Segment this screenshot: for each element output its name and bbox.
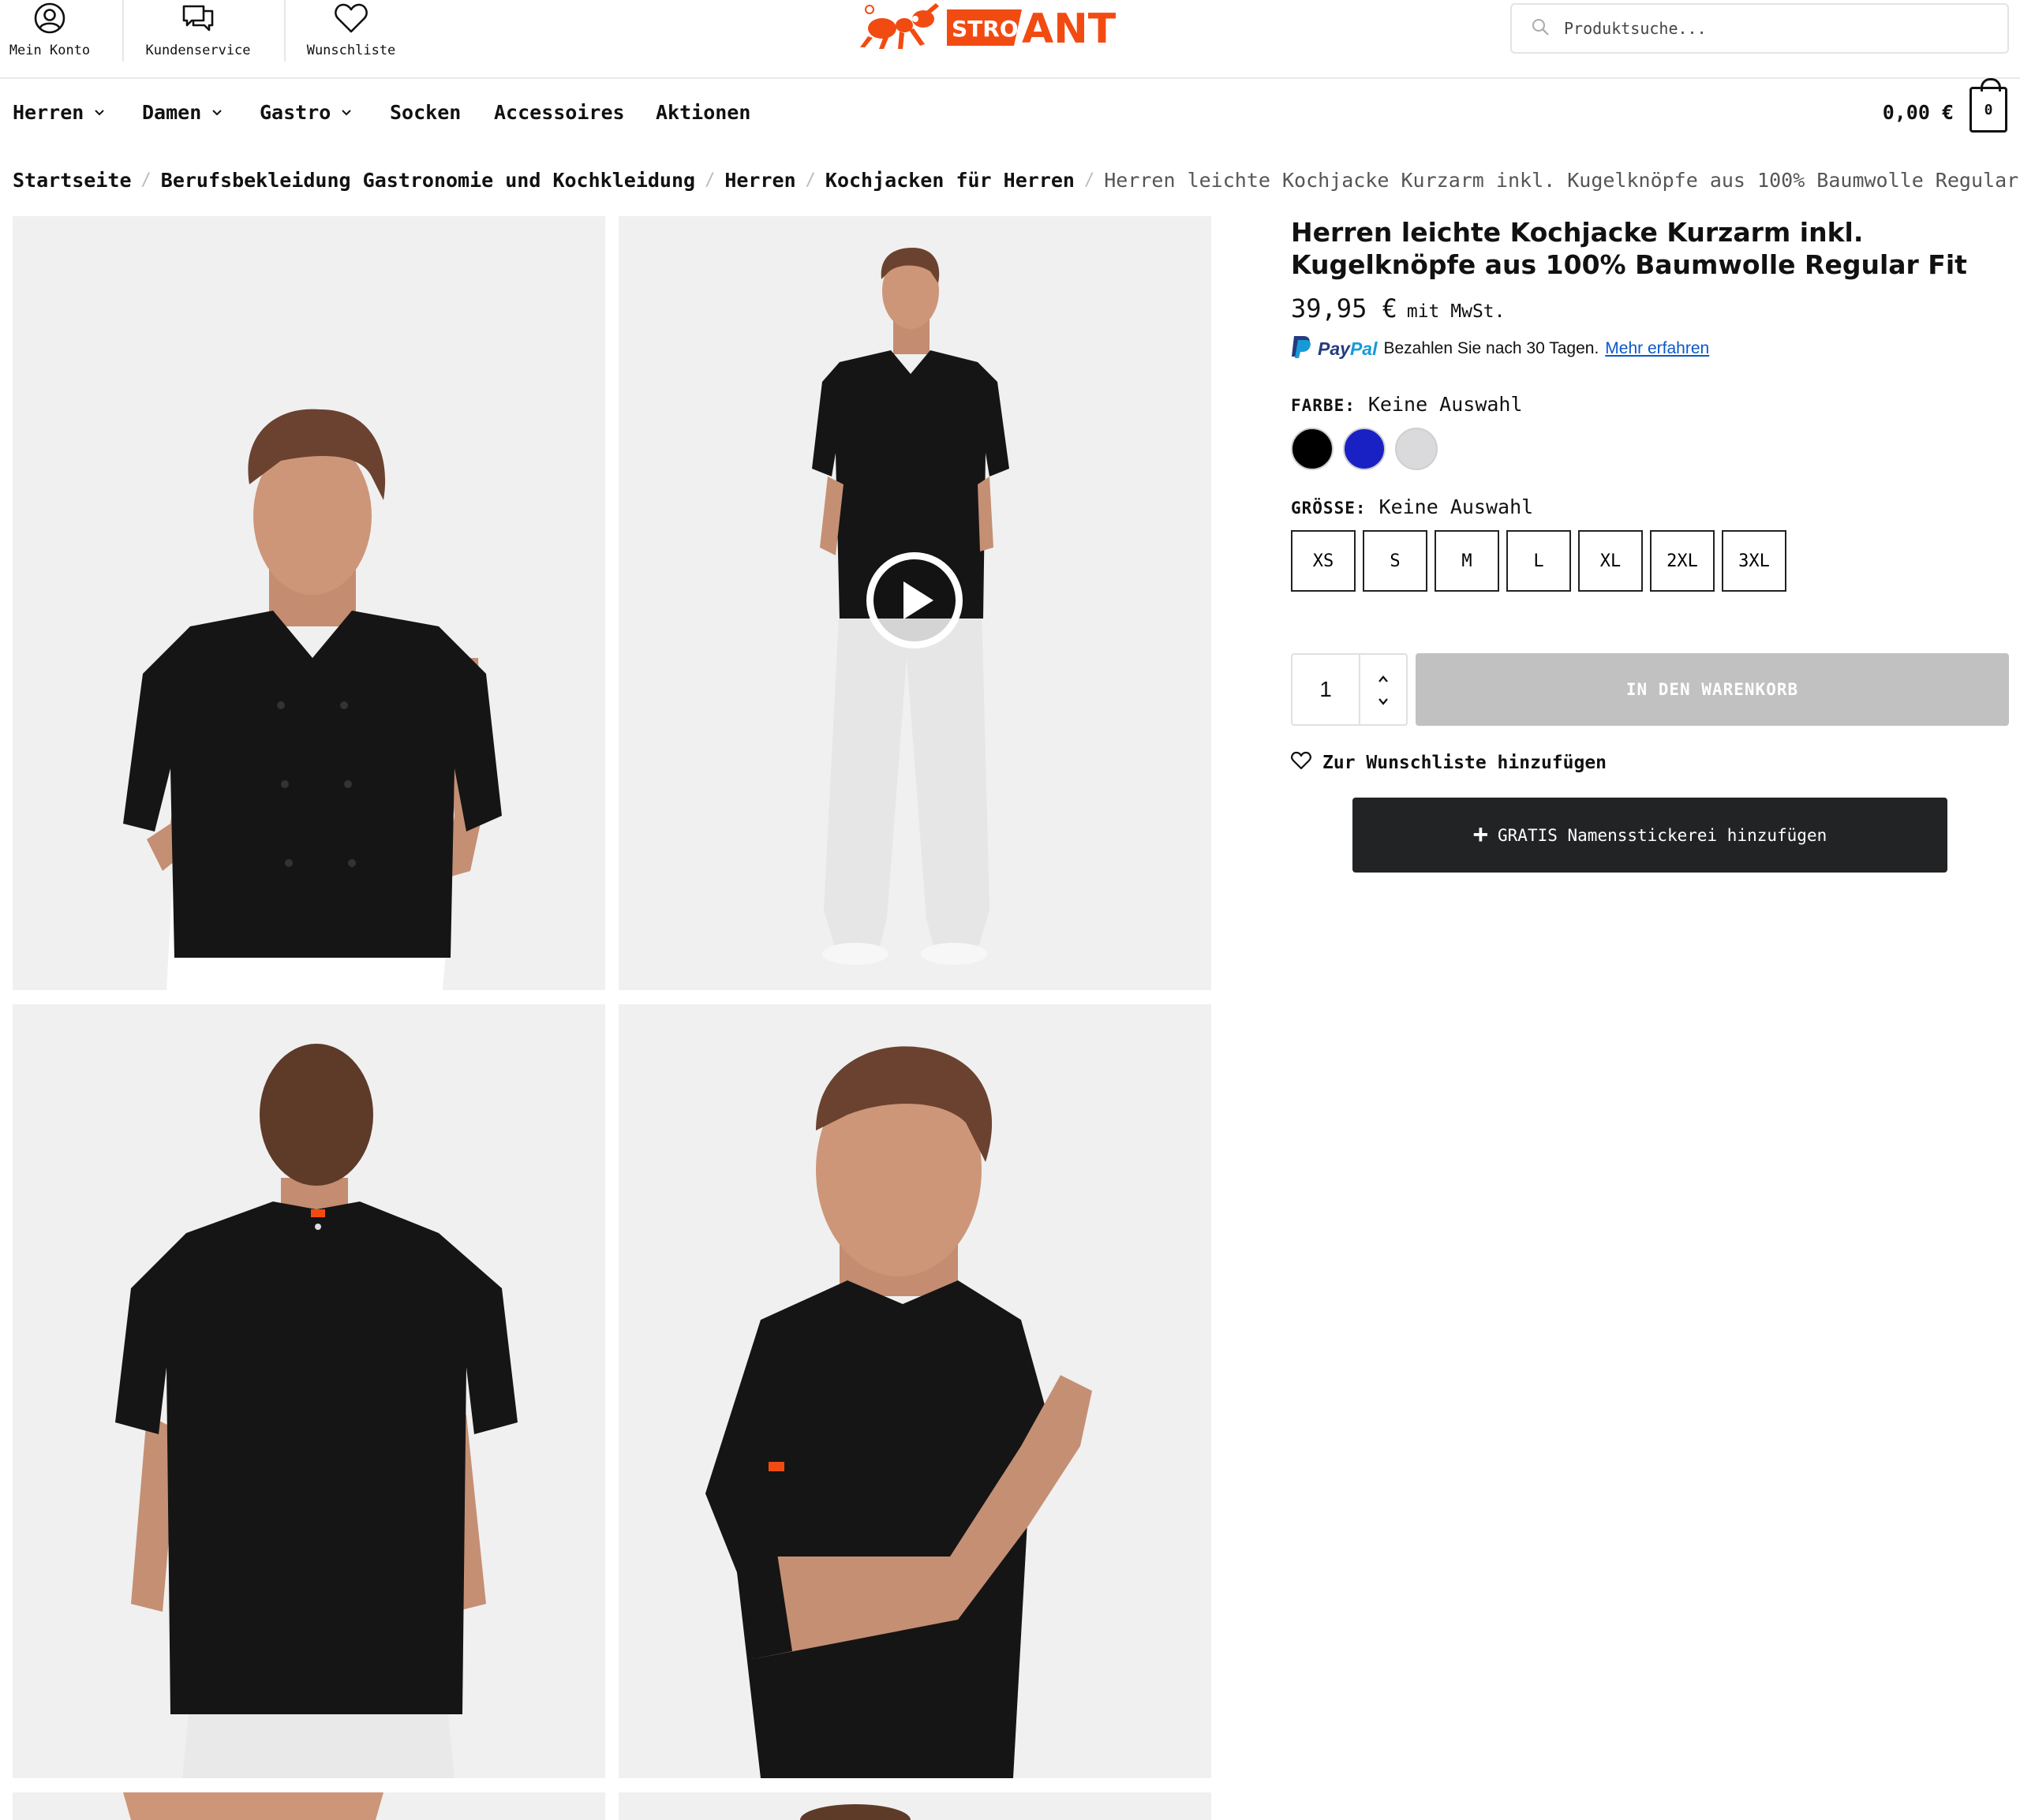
product-image-back[interactable] [13, 1004, 605, 1778]
search-input[interactable] [1564, 19, 1974, 38]
paypal-message: PayPal Bezahlen Sie nach 30 Tagen. Mehr … [1291, 334, 1709, 363]
add-to-cart-button[interactable]: IN DEN WARENKORB [1416, 653, 2009, 726]
cart-icon[interactable]: 0 [1970, 78, 2007, 133]
plus-icon: + [1472, 819, 1489, 849]
size-option-m[interactable]: M [1435, 530, 1499, 592]
heart-icon [1291, 751, 1311, 775]
paypal-wordmark: PayPal [1318, 338, 1378, 359]
wishlist-link[interactable]: Wunschliste [300, 0, 402, 63]
customer-service-link[interactable]: Kundenservice [139, 0, 257, 63]
chevron-down-icon [212, 109, 222, 115]
breadcrumb-separator: / [140, 170, 152, 190]
product-image-5[interactable] [13, 1792, 605, 1820]
size-option-l[interactable]: L [1506, 530, 1571, 592]
product-image-front[interactable] [13, 216, 605, 990]
quantity-stepper[interactable]: 1 [1291, 653, 1408, 726]
nav-item-damen[interactable]: Damen [142, 101, 223, 124]
color-swatch-black[interactable] [1291, 428, 1334, 470]
my-account-link[interactable]: Mein Konto [6, 0, 93, 63]
color-selected-value: Keine Auswahl [1367, 393, 1523, 416]
cart-total[interactable]: 0,00 € [1883, 101, 1954, 124]
color-swatch-grey[interactable] [1395, 428, 1438, 470]
nav-label: Herren [13, 101, 84, 124]
size-attribute: GRÖSSE: Keine Auswahl [1291, 495, 1533, 518]
wishlist-text: Zur Wunschliste hinzufügen [1322, 753, 1607, 773]
my-account-label: Mein Konto [9, 43, 91, 58]
nav-item-accessoires[interactable]: Accessoires [494, 101, 625, 124]
svg-text:ANT: ANT [1022, 6, 1117, 50]
breadcrumb-startseite[interactable]: Startseite [13, 169, 132, 192]
customer-service-label: Kundenservice [145, 43, 251, 58]
chevron-down-icon [342, 109, 352, 115]
product-title: Herren leichte Kochjacke Kurzarm inkl. K… [1291, 217, 1967, 280]
size-option-3xl[interactable]: 3XL [1722, 530, 1786, 592]
chat-bubbles-icon [180, 0, 216, 36]
search-icon [1531, 17, 1550, 39]
play-video-button[interactable] [866, 552, 963, 648]
product-image-6[interactable] [619, 1792, 1211, 1820]
cart-count: 0 [1984, 101, 1993, 118]
product-search[interactable] [1510, 3, 2009, 54]
color-label: FARBE: [1291, 396, 1356, 415]
nav-label: Socken [390, 101, 462, 124]
heart-icon [333, 0, 369, 36]
chevron-down-icon [95, 109, 105, 115]
quantity-arrows [1360, 655, 1406, 724]
nav-label: Aktionen [656, 101, 751, 124]
chevron-up-icon[interactable] [1378, 673, 1389, 684]
quantity-value[interactable]: 1 [1292, 655, 1360, 724]
play-icon [903, 581, 933, 619]
user-circle-icon [32, 0, 68, 36]
main-navigation: Herren Damen Gastro Socken Accessoires A… [0, 80, 2020, 147]
product-price: 39,95 € mit MwSt. [1291, 293, 1505, 323]
price-amount: 39,95 € [1291, 293, 1397, 323]
paypal-text: Bezahlen Sie nach 30 Tagen. [1383, 339, 1599, 357]
breadcrumb-current: Herren leichte Kochjacke Kurzarm inkl. K… [1104, 169, 2020, 192]
chevron-down-icon[interactable] [1378, 695, 1389, 706]
color-swatch-blue[interactable] [1343, 428, 1386, 470]
embroidery-label: GRATIS Namensstickerei hinzufügen [1498, 825, 1827, 845]
nav-item-socken[interactable]: Socken [390, 101, 461, 124]
nav-item-aktionen[interactable]: Aktionen [656, 101, 750, 124]
paypal-learn-more-link[interactable]: Mehr erfahren [1605, 339, 1709, 358]
paypal-icon [1291, 334, 1311, 363]
add-to-wishlist-link[interactable]: Zur Wunschliste hinzufügen [1291, 751, 1607, 775]
nav-label: Accessoires [494, 101, 625, 124]
nav-label: Damen [142, 101, 202, 124]
size-label: GRÖSSE: [1291, 499, 1367, 518]
breadcrumb: Startseite / Berufsbekleidung Gastronomi… [13, 169, 2020, 192]
strongant-logo[interactable]: STRONG ANT [860, 2, 1160, 53]
color-attribute: FARBE: Keine Auswahl [1291, 393, 1523, 416]
size-option-2xl[interactable]: 2XL [1650, 530, 1715, 592]
divider [284, 0, 286, 62]
price-vat-note: mit MwSt. [1406, 301, 1506, 322]
add-embroidery-button[interactable]: + GRATIS Namensstickerei hinzufügen [1352, 798, 1947, 873]
breadcrumb-separator: / [1083, 170, 1095, 190]
divider [122, 0, 124, 62]
nav-label: Gastro [260, 101, 331, 124]
top-header: Mein Konto Kundenservice Wunschliste STR… [0, 0, 2020, 79]
breadcrumb-berufsbekleidung[interactable]: Berufsbekleidung Gastronomie und Kochkle… [161, 169, 695, 192]
nav-item-herren[interactable]: Herren [13, 101, 106, 124]
size-selected-value: Keine Auswahl [1378, 495, 1534, 518]
size-option-s[interactable]: S [1363, 530, 1427, 592]
wishlist-label: Wunschliste [306, 43, 396, 58]
breadcrumb-herren[interactable]: Herren [724, 169, 795, 192]
nav-item-gastro[interactable]: Gastro [260, 101, 353, 124]
breadcrumb-separator: / [705, 170, 716, 190]
breadcrumb-separator: / [805, 170, 816, 190]
size-option-xl[interactable]: XL [1578, 530, 1643, 592]
product-image-detail[interactable] [619, 1004, 1211, 1778]
size-option-xs[interactable]: XS [1291, 530, 1356, 592]
breadcrumb-kochjacken[interactable]: Kochjacken für Herren [825, 169, 1075, 192]
